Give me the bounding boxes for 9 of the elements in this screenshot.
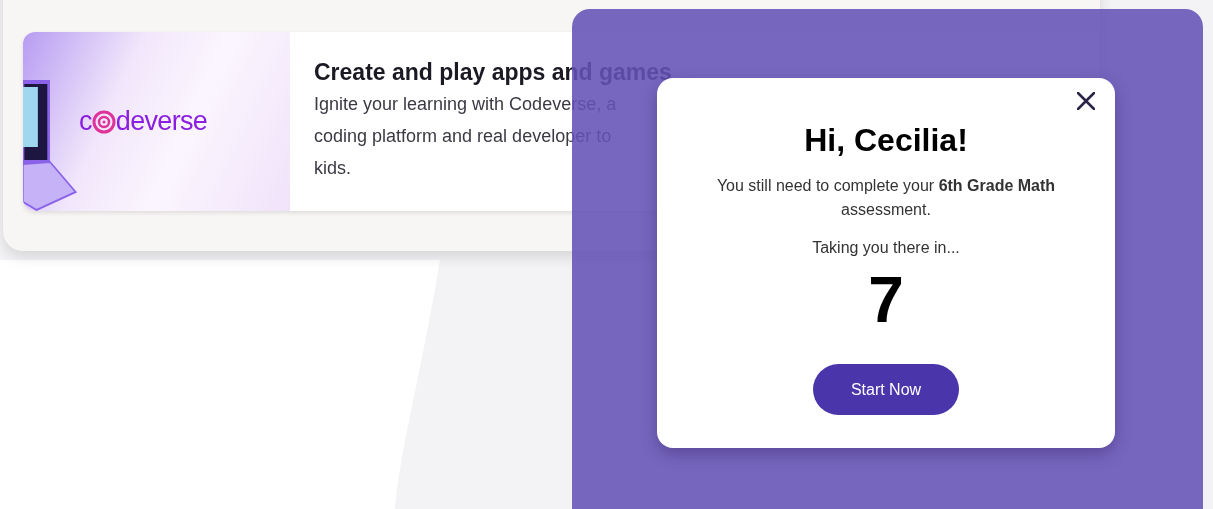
spiral-icon <box>91 109 116 134</box>
countdown-label: Taking you there in... <box>812 238 960 258</box>
logo-letter: c <box>79 105 92 139</box>
dialog-message: You still need to complete your 6th Grade Math assessment. <box>715 176 1057 220</box>
countdown-number: 7 <box>868 263 904 338</box>
dialog-title: Hi, Cecilia! <box>804 121 968 160</box>
start-now-button[interactable]: Start Now <box>813 364 959 415</box>
logo-wordmark: deverse <box>115 105 208 139</box>
close-icon <box>1077 92 1095 110</box>
